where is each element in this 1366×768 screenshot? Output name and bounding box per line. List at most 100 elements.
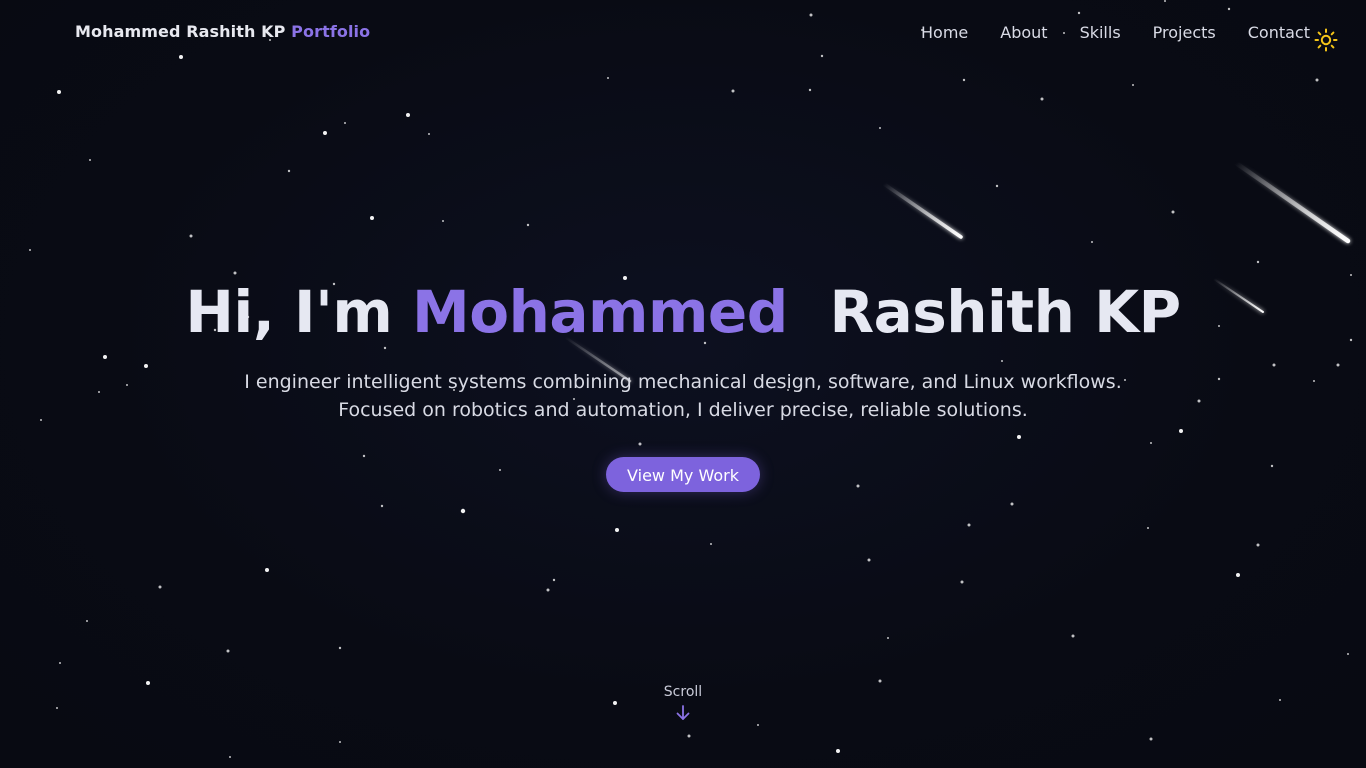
main-nav: Home About Skills Projects Contact bbox=[921, 22, 1310, 42]
star bbox=[878, 679, 882, 683]
hero-heading: Hi, I'm Mohammed Rashith KP bbox=[0, 278, 1366, 346]
star bbox=[1071, 634, 1075, 638]
shooting-star bbox=[882, 182, 963, 239]
star bbox=[887, 637, 889, 639]
star bbox=[552, 578, 556, 582]
hero-subtitle-line-2: Focused on robotics and automation, I de… bbox=[338, 399, 1028, 421]
nav-link-skills[interactable]: Skills bbox=[1080, 23, 1121, 42]
nav-link-home[interactable]: Home bbox=[921, 23, 968, 42]
star bbox=[546, 588, 550, 592]
brand-name: Mohammed Rashith KP bbox=[75, 22, 286, 41]
star bbox=[1256, 543, 1260, 547]
star bbox=[820, 54, 824, 58]
star bbox=[229, 756, 231, 758]
scroll-indicator[interactable]: Scroll bbox=[633, 684, 733, 722]
star bbox=[962, 78, 966, 82]
star bbox=[29, 249, 31, 251]
star bbox=[879, 127, 881, 129]
star bbox=[1315, 78, 1319, 82]
portfolio-page: Mohammed Rashith KP Portfolio Home About… bbox=[0, 0, 1366, 768]
star bbox=[59, 662, 61, 664]
sun-icon bbox=[1314, 28, 1338, 52]
star bbox=[89, 159, 91, 161]
star bbox=[179, 55, 183, 59]
star bbox=[615, 528, 619, 532]
star bbox=[808, 88, 812, 92]
star bbox=[836, 749, 840, 753]
star bbox=[1270, 464, 1274, 468]
star bbox=[1350, 274, 1352, 276]
star bbox=[1179, 429, 1183, 433]
star bbox=[1272, 363, 1276, 367]
star bbox=[226, 649, 230, 653]
star bbox=[442, 220, 444, 222]
arrow-down-icon bbox=[676, 705, 690, 720]
nav-link-contact[interactable]: Contact bbox=[1248, 23, 1310, 42]
star bbox=[526, 223, 530, 227]
star bbox=[1164, 0, 1166, 2]
star bbox=[323, 131, 327, 135]
hero-first-name: Mohammed bbox=[412, 278, 788, 346]
scroll-label: Scroll bbox=[663, 684, 703, 700]
shooting-star bbox=[1233, 160, 1351, 244]
star bbox=[1150, 442, 1152, 444]
star bbox=[1132, 84, 1134, 86]
star bbox=[103, 355, 107, 359]
star bbox=[233, 271, 237, 275]
star bbox=[995, 184, 999, 188]
star bbox=[960, 580, 964, 584]
star bbox=[1077, 11, 1081, 15]
star bbox=[56, 707, 58, 709]
star bbox=[146, 681, 150, 685]
star bbox=[1279, 699, 1281, 701]
star bbox=[339, 741, 341, 743]
star bbox=[607, 77, 609, 79]
star bbox=[428, 133, 430, 135]
star bbox=[499, 469, 501, 471]
star bbox=[1149, 737, 1153, 741]
star bbox=[362, 454, 366, 458]
hero-subtitle: I engineer intelligent systems combining… bbox=[0, 368, 1366, 424]
star bbox=[1091, 241, 1093, 243]
star bbox=[265, 568, 269, 572]
nav-link-projects[interactable]: Projects bbox=[1153, 23, 1216, 42]
star bbox=[1010, 502, 1014, 506]
star bbox=[757, 724, 759, 726]
star bbox=[344, 122, 346, 124]
star bbox=[1347, 653, 1349, 655]
star bbox=[638, 442, 642, 446]
star bbox=[338, 646, 342, 650]
star bbox=[1256, 260, 1260, 264]
star bbox=[406, 113, 410, 117]
star bbox=[1227, 7, 1231, 11]
hero-last-name: Rashith KP bbox=[829, 278, 1181, 346]
star bbox=[687, 734, 691, 738]
star bbox=[1171, 210, 1175, 214]
star bbox=[1336, 363, 1340, 367]
hero-subtitle-line-1: I engineer intelligent systems combining… bbox=[244, 371, 1122, 393]
star bbox=[1040, 97, 1044, 101]
star bbox=[57, 90, 61, 94]
star bbox=[1017, 435, 1021, 439]
star bbox=[287, 169, 291, 173]
star bbox=[1147, 527, 1149, 529]
site-brand[interactable]: Mohammed Rashith KP Portfolio bbox=[75, 22, 370, 41]
star bbox=[967, 523, 971, 527]
view-my-work-button[interactable]: View My Work bbox=[606, 457, 760, 492]
star bbox=[809, 13, 813, 17]
star bbox=[370, 216, 374, 220]
nav-link-about[interactable]: About bbox=[1000, 23, 1047, 42]
star bbox=[1236, 573, 1240, 577]
star bbox=[867, 558, 871, 562]
star bbox=[383, 346, 387, 350]
star bbox=[856, 484, 860, 488]
star bbox=[731, 89, 735, 93]
star bbox=[380, 504, 384, 508]
star bbox=[1001, 360, 1003, 362]
star bbox=[710, 543, 712, 545]
star bbox=[189, 234, 193, 238]
star bbox=[158, 585, 162, 589]
brand-accent: Portfolio bbox=[291, 22, 371, 41]
star bbox=[86, 620, 88, 622]
theme-toggle-button[interactable] bbox=[1314, 28, 1338, 52]
